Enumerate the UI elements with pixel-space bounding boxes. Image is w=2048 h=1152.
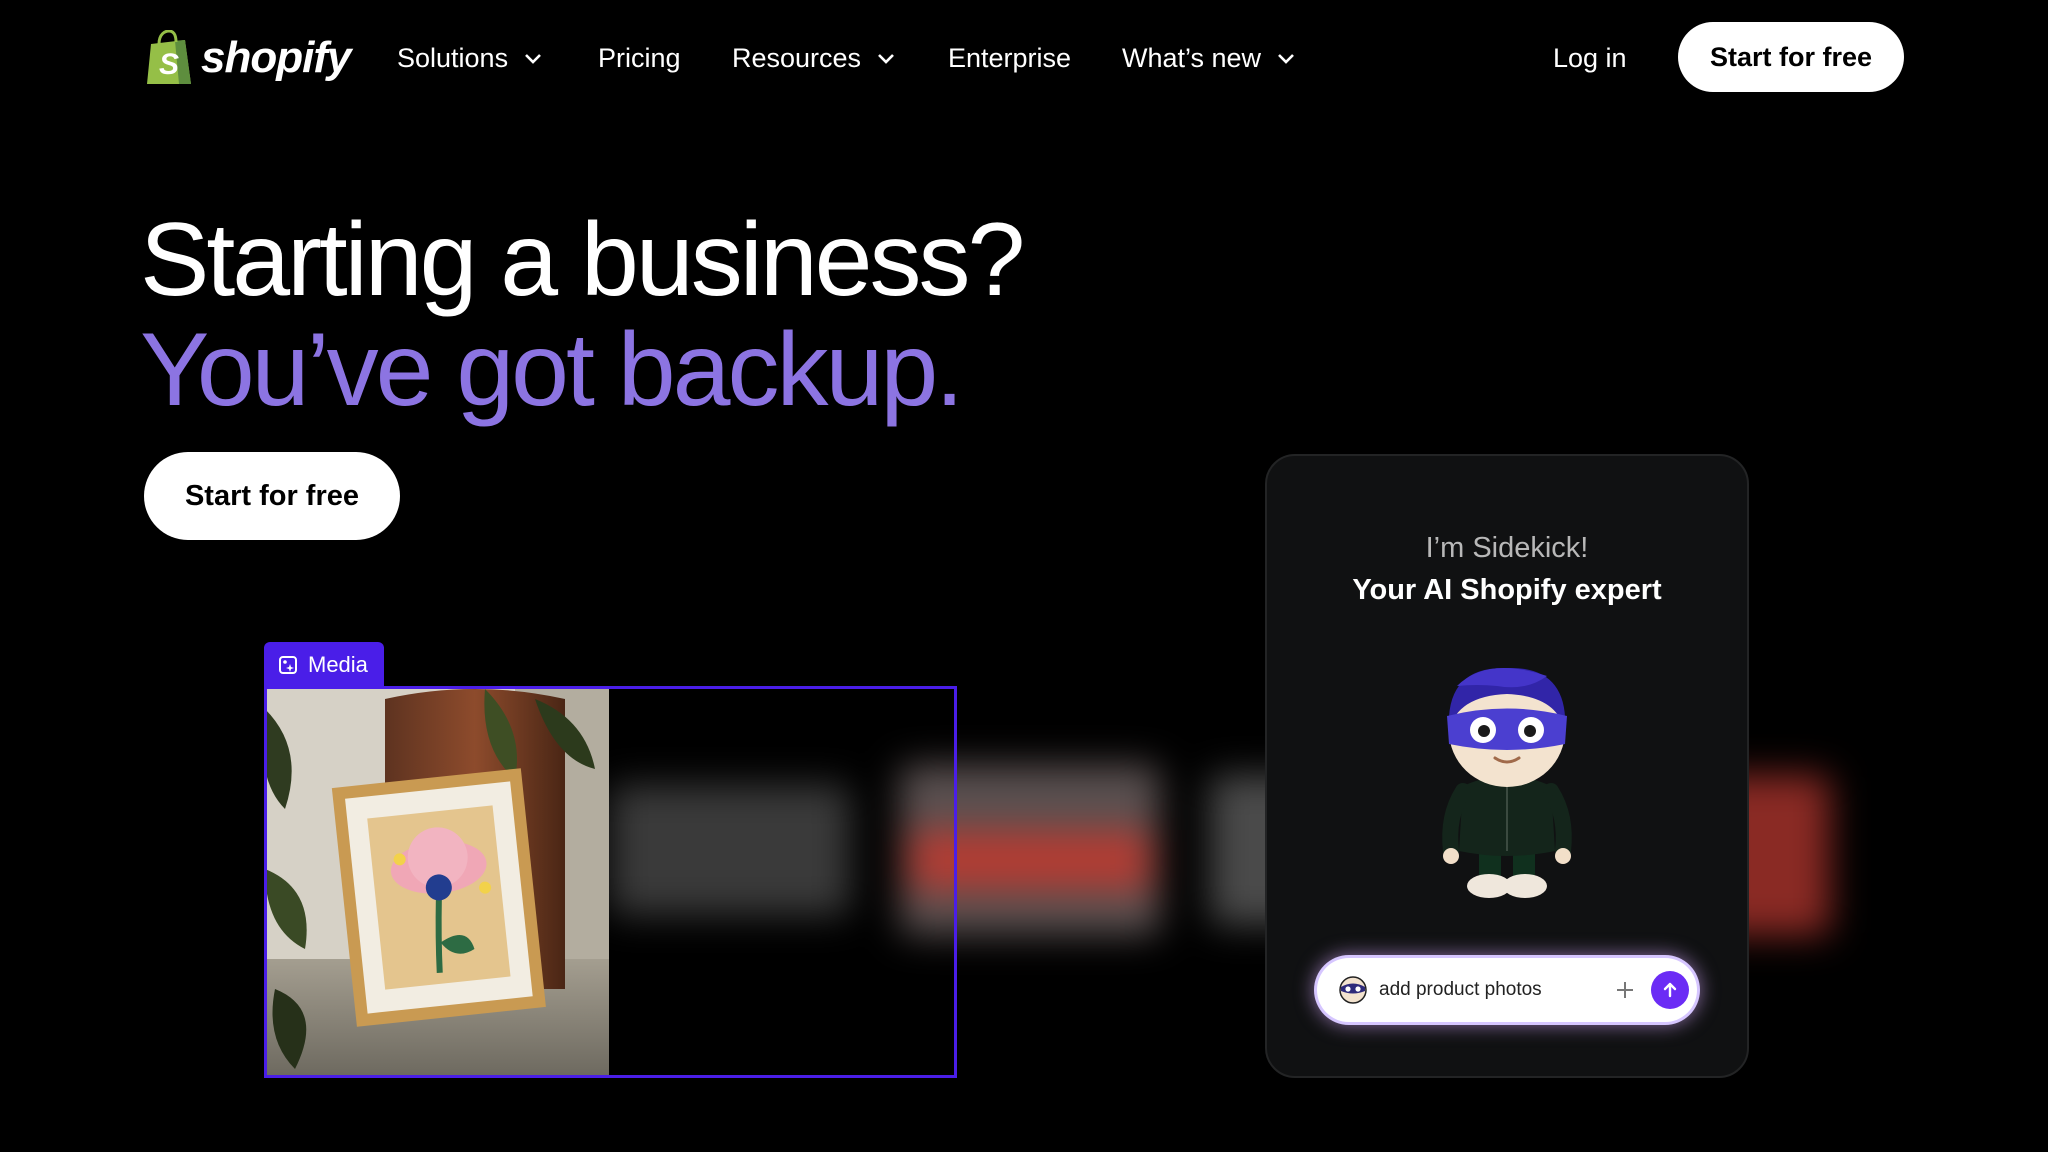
chevron-down-icon: [525, 54, 541, 64]
media-tag[interactable]: Media: [264, 642, 384, 688]
start-free-nav-button[interactable]: Start for free: [1678, 22, 1904, 92]
nav-enterprise[interactable]: Enterprise: [948, 38, 1071, 78]
media-selection-frame[interactable]: [264, 686, 957, 1078]
shopify-wordmark: shopify: [201, 33, 351, 82]
arrow-up-icon: [1663, 982, 1677, 998]
nav-enterprise-label: Enterprise: [948, 42, 1072, 73]
sidekick-mini-avatar-icon: [1339, 976, 1367, 1004]
media-sparkle-icon: [279, 656, 297, 674]
chevron-down-icon: [1278, 54, 1294, 64]
plus-icon[interactable]: [1613, 978, 1637, 1002]
nav-pricing[interactable]: Pricing: [598, 38, 681, 78]
nav-whats-new[interactable]: What’s new: [1122, 38, 1297, 78]
nav-solutions-label: Solutions: [397, 42, 509, 73]
nav-solutions[interactable]: Solutions: [397, 38, 544, 78]
top-nav: S shopify Solutions Pricing Resources En…: [0, 0, 2048, 118]
nav-pricing-label: Pricing: [598, 42, 681, 73]
nav-resources-label: Resources: [732, 42, 862, 73]
send-button[interactable]: [1651, 971, 1689, 1009]
shopify-logo[interactable]: S shopify: [143, 28, 351, 88]
start-free-hero-button[interactable]: Start for free: [144, 452, 400, 540]
nav-resources[interactable]: Resources: [732, 38, 897, 78]
media-tag-label: Media: [308, 652, 368, 677]
sidekick-card: I’m Sidekick! Your AI Shopify expert: [1265, 454, 1749, 1078]
sidekick-prompt-box[interactable]: [1317, 958, 1697, 1022]
sidekick-avatar: [1442, 667, 1572, 898]
hero-title: Starting a business?: [140, 202, 1025, 318]
sidekick-subtitle: Your AI Shopify expert: [1352, 574, 1662, 606]
sidekick-intro: I’m Sidekick!: [1425, 532, 1589, 564]
shopify-bag-icon: S: [147, 30, 191, 84]
hero-subtitle: You’ve got backup.: [140, 312, 964, 428]
sidekick-prompt-input[interactable]: [1379, 979, 1599, 1001]
svg-text:S: S: [159, 48, 179, 81]
login-link[interactable]: Log in: [1553, 38, 1627, 78]
page: S shopify Solutions Pricing Resources En…: [0, 0, 2048, 1152]
chevron-down-icon: [878, 54, 894, 64]
nav-whats-new-label: What’s new: [1122, 42, 1262, 73]
